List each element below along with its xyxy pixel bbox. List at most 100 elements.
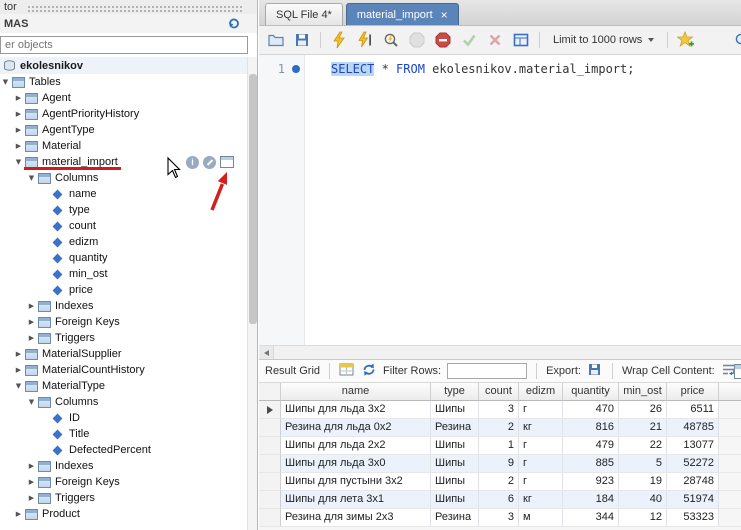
scroll-left-button[interactable]	[259, 346, 274, 359]
export-icon[interactable]	[587, 362, 603, 380]
tree-item-columns[interactable]: ▼Columns	[0, 394, 248, 410]
collapsed-arrow-icon[interactable]: ▶	[26, 474, 37, 490]
tree-item-tables[interactable]: ▼Tables	[0, 74, 248, 90]
stop-icon[interactable]	[406, 29, 428, 51]
collapsed-arrow-icon[interactable]: ▶	[13, 138, 24, 154]
grid-cell[interactable]: Шипы для пустыни 3x2	[281, 473, 431, 491]
grid-header-type[interactable]: type	[431, 383, 479, 401]
grid-cell[interactable]: Шипы	[431, 455, 479, 473]
grid-cell[interactable]: 12	[619, 509, 667, 527]
grid-header-edizm[interactable]: edizm	[519, 383, 563, 401]
side-panel-toggle-icon[interactable]	[734, 364, 741, 379]
grid-cell[interactable]: 1	[479, 437, 519, 455]
grid-cell[interactable]: Шипы для льда 3x2	[281, 401, 431, 419]
grid-cell[interactable]: 2	[479, 473, 519, 491]
table-row[interactable]: Шипы для льда 3x0Шипы9г885552272	[259, 455, 741, 473]
tree-item-min-ost[interactable]: min_ost	[0, 266, 248, 282]
grid-cell[interactable]: Резина для льда 0x2	[281, 419, 431, 437]
tree-item-name[interactable]: name	[0, 186, 248, 202]
collapsed-arrow-icon[interactable]: ▶	[13, 362, 24, 378]
sql-text[interactable]: SELECT * FROM ekolesnikov.material_impor…	[305, 55, 741, 345]
expanded-arrow-icon[interactable]: ▼	[13, 378, 24, 394]
refresh-icon[interactable]	[361, 362, 377, 380]
grid-cell[interactable]: 53323	[667, 509, 719, 527]
collapsed-arrow-icon[interactable]: ▶	[26, 314, 37, 330]
edit-grid-icon[interactable]	[339, 362, 355, 380]
grid-header-name[interactable]: name	[281, 383, 431, 401]
grid-cell[interactable]: м	[519, 509, 563, 527]
collapsed-arrow-icon[interactable]: ▶	[26, 298, 37, 314]
panel-drag-handle[interactable]	[27, 5, 244, 12]
grid-cell[interactable]: 48785	[667, 419, 719, 437]
grid-cell[interactable]: 5	[619, 455, 667, 473]
grid-cell[interactable]: 885	[563, 455, 619, 473]
navigator-scrollbar-thumb[interactable]	[249, 74, 257, 324]
row-selector[interactable]	[259, 473, 281, 491]
grid-cell[interactable]: 21	[619, 419, 667, 437]
grid-cell[interactable]: 6	[479, 491, 519, 509]
grid-cell[interactable]: 344	[563, 509, 619, 527]
grid-cell[interactable]: 816	[563, 419, 619, 437]
info-icon[interactable]	[186, 156, 199, 169]
wrench-icon[interactable]	[203, 156, 216, 169]
expanded-arrow-icon[interactable]: ▼	[13, 154, 24, 170]
collapsed-arrow-icon[interactable]: ▶	[26, 458, 37, 474]
row-selector[interactable]	[259, 455, 281, 473]
tree-item-count[interactable]: count	[0, 218, 248, 234]
tree-item-product[interactable]: ▶Product	[0, 506, 248, 522]
table-row[interactable]: Шипы для пустыни 3x2Шипы2г9231928748	[259, 473, 741, 491]
grid-cell[interactable]: 26	[619, 401, 667, 419]
table-row[interactable]: Шипы для льда 3x2Шипы3г470266511	[259, 401, 741, 419]
grid-cell[interactable]: Резина для зимы 2x3	[281, 509, 431, 527]
expanded-arrow-icon[interactable]: ▼	[0, 74, 11, 90]
explain-icon[interactable]	[380, 29, 402, 51]
close-tab-icon[interactable]: ×	[441, 9, 448, 21]
grid-header-quantity[interactable]: quantity	[563, 383, 619, 401]
grid-header-count[interactable]: count	[479, 383, 519, 401]
tree-item-agent[interactable]: ▶Agent	[0, 90, 248, 106]
filter-objects-input[interactable]	[0, 36, 248, 54]
grid-cell[interactable]: Шипы	[431, 491, 479, 509]
open-script-icon[interactable]	[265, 29, 287, 51]
navigator-titlebar[interactable]: tor	[0, 0, 258, 14]
grid-cell[interactable]: Шипы для льда 2x2	[281, 437, 431, 455]
grid-cell[interactable]: Шипы	[431, 401, 479, 419]
toggle-stop-on-error-icon[interactable]	[432, 29, 454, 51]
grid-cell[interactable]: 479	[563, 437, 619, 455]
grid-cell[interactable]: 184	[563, 491, 619, 509]
grid-cell[interactable]: кг	[519, 491, 563, 509]
execute-current-icon[interactable]	[354, 29, 376, 51]
grid-cell[interactable]: 28748	[667, 473, 719, 491]
tab-material-import[interactable]: material_import ×	[346, 3, 459, 25]
table-row[interactable]: Резина для льда 0x2Резина2кг8162148785	[259, 419, 741, 437]
filter-rows-input[interactable]	[447, 363, 527, 379]
tree-item-quantity[interactable]: quantity	[0, 250, 248, 266]
tree-item-edizm[interactable]: edizm	[0, 234, 248, 250]
grid-cell[interactable]: Шипы для лета 3x1	[281, 491, 431, 509]
collapsed-arrow-icon[interactable]: ▶	[26, 490, 37, 506]
row-selector[interactable]	[259, 491, 281, 509]
editor-horizontal-scrollbar[interactable]	[259, 345, 741, 359]
save-snippet-icon[interactable]	[675, 29, 697, 51]
grid-cell[interactable]: кг	[519, 419, 563, 437]
grid-header-min_ost[interactable]: min_ost	[619, 383, 667, 401]
row-selector[interactable]	[259, 401, 281, 419]
execute-icon[interactable]	[328, 29, 350, 51]
tree-item-foreign-keys[interactable]: ▶Foreign Keys	[0, 314, 248, 330]
table-data-icon[interactable]	[220, 156, 234, 168]
tab-sql-file-4[interactable]: SQL File 4*	[265, 3, 343, 25]
collapsed-arrow-icon[interactable]: ▶	[13, 122, 24, 138]
tree-item-type[interactable]: type	[0, 202, 248, 218]
rollback-icon[interactable]	[484, 29, 506, 51]
schemas-section-header[interactable]: MAS	[0, 14, 258, 33]
expanded-arrow-icon[interactable]: ▼	[26, 170, 37, 186]
grid-cell[interactable]: 470	[563, 401, 619, 419]
grid-cell[interactable]: 923	[563, 473, 619, 491]
tree-item-id[interactable]: ID	[0, 410, 248, 426]
schema-node-ekolesnikov[interactable]: ekolesnikov	[0, 57, 248, 74]
grid-cell[interactable]: 40	[619, 491, 667, 509]
beautify-icon[interactable]	[731, 29, 741, 51]
grid-cell[interactable]: г	[519, 455, 563, 473]
grid-header-price[interactable]: price	[667, 383, 719, 401]
grid-cell[interactable]: г	[519, 437, 563, 455]
